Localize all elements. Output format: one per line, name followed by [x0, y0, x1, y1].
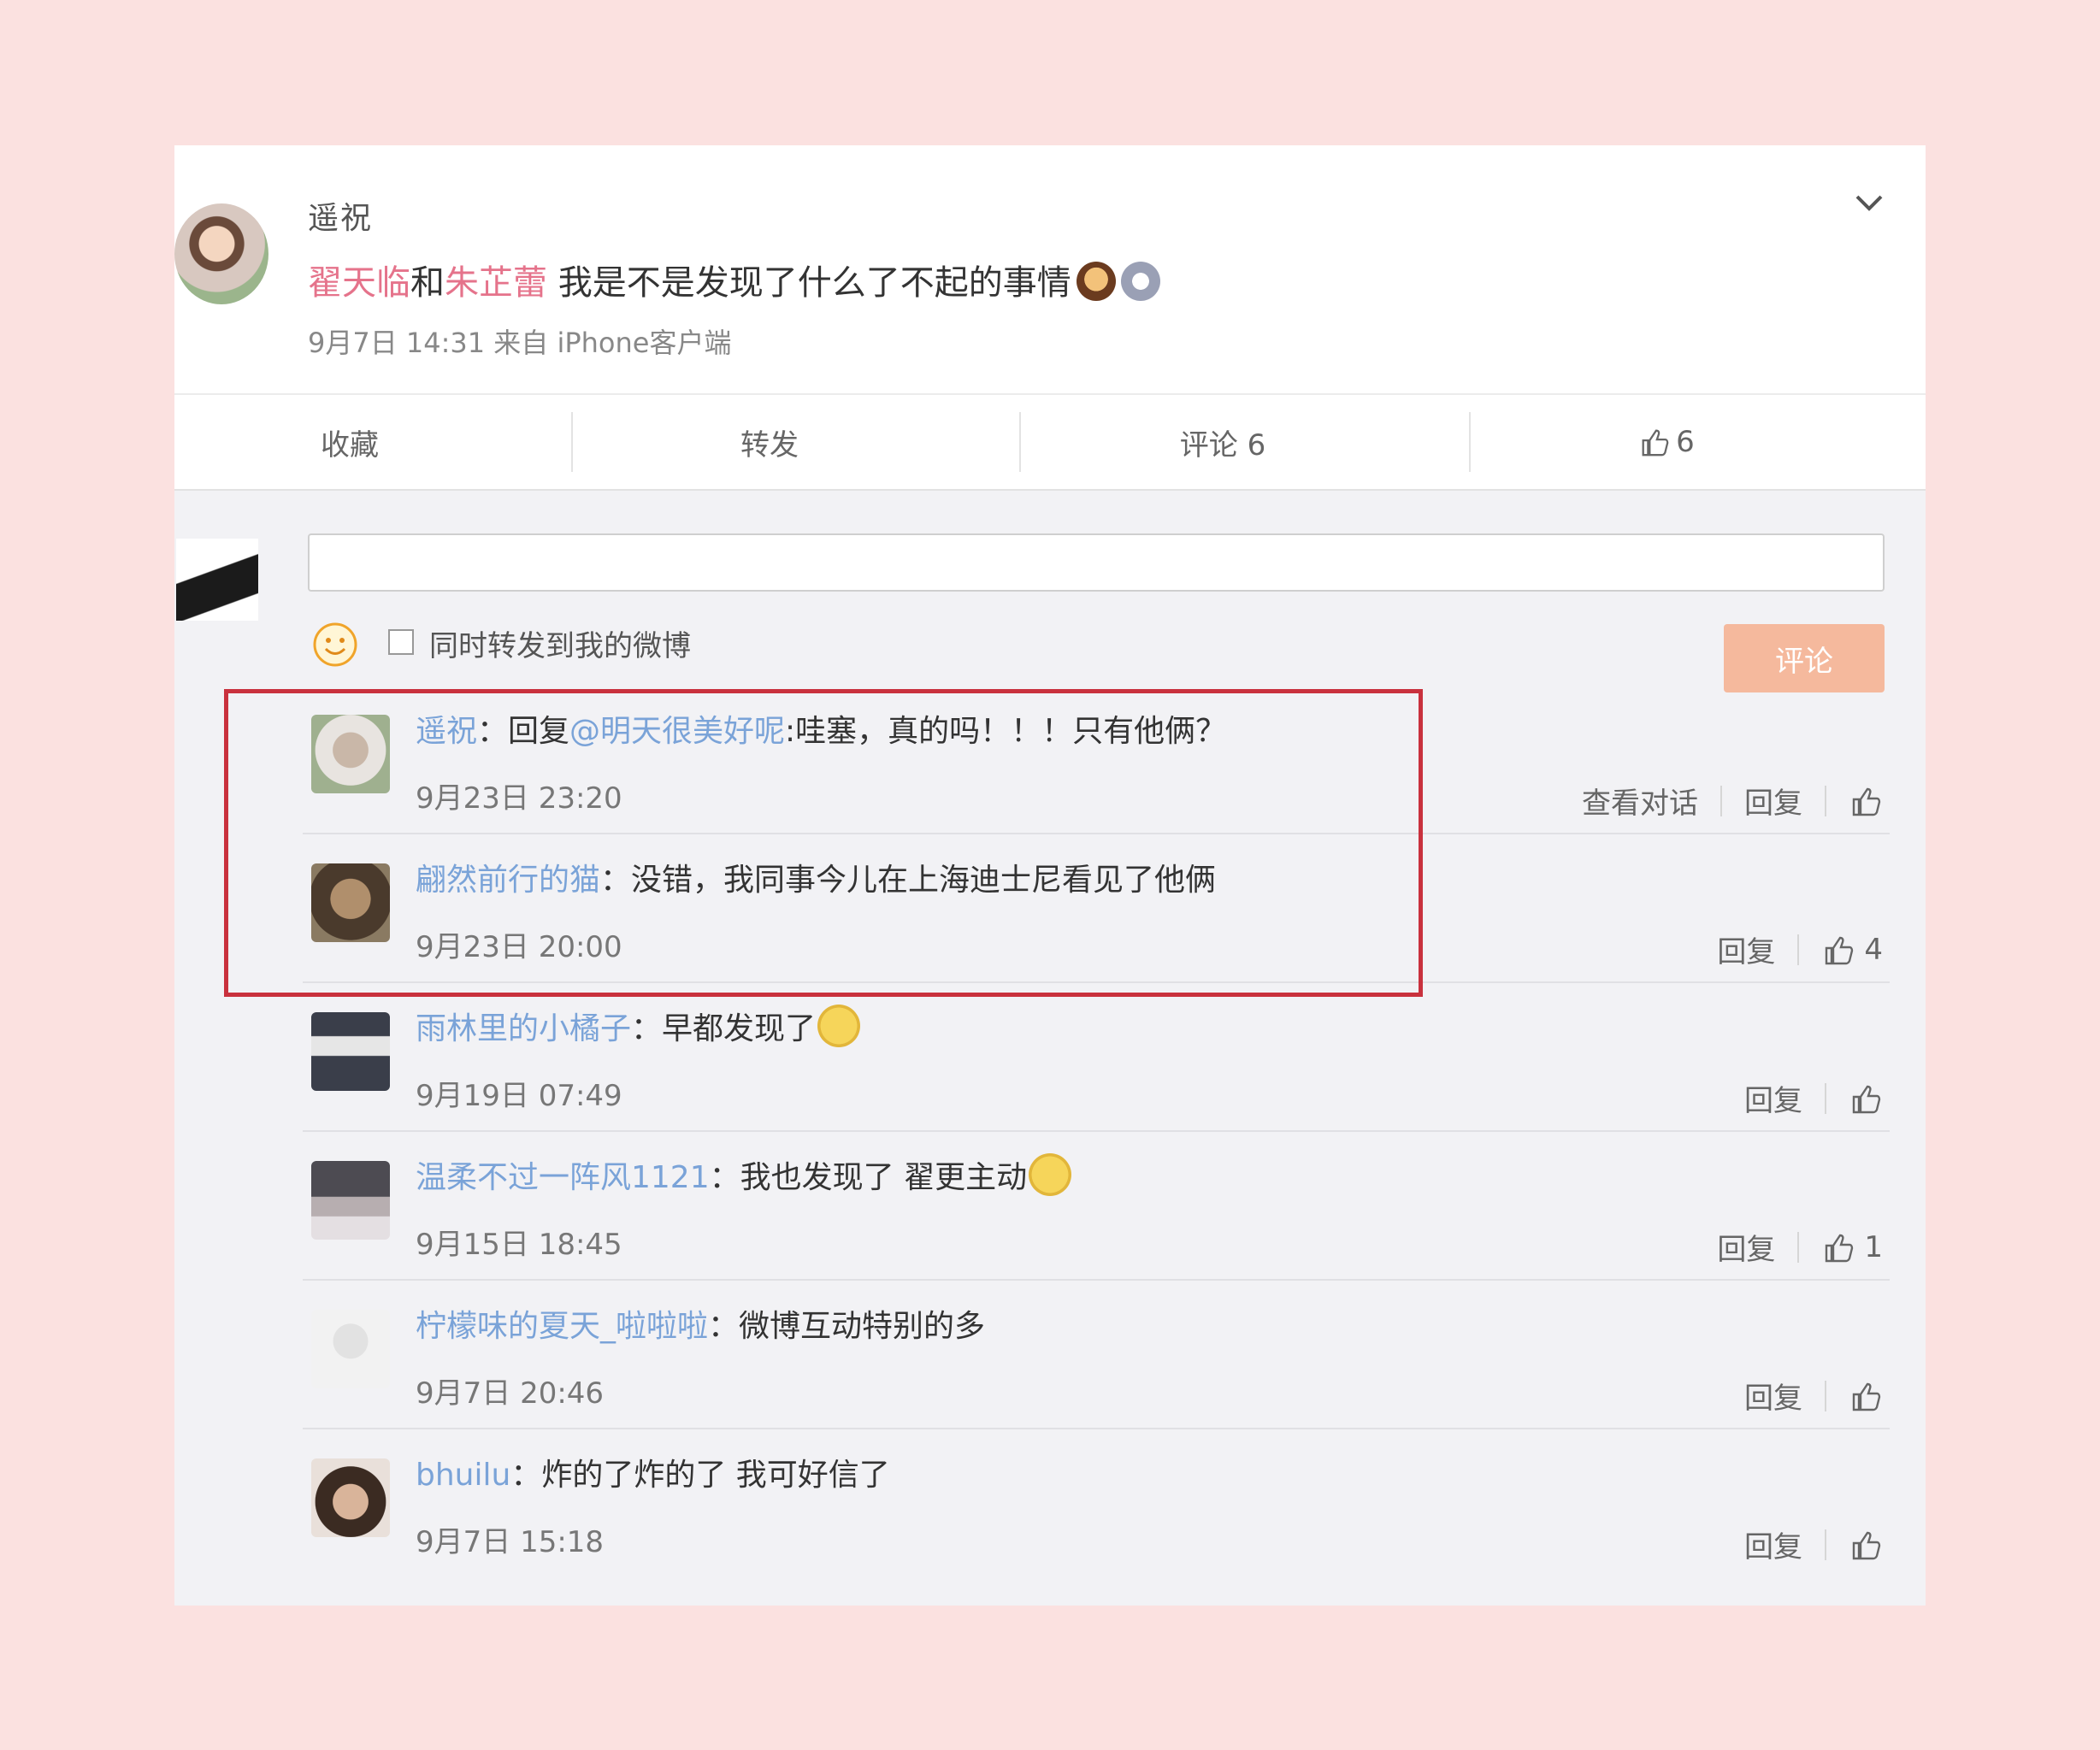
comment-tools: 查看对话 回复 [1582, 780, 1883, 822]
thumbs-up-icon[interactable] [1849, 784, 1883, 818]
emoji-smiley-icon[interactable] [311, 621, 359, 669]
comment-text: ：炸的了炸的了 我可好信了 [510, 1458, 890, 1493]
divider [1825, 785, 1826, 816]
submit-comment-button[interactable]: 评论 [1724, 624, 1885, 692]
comment-time: 9月7日 20:46 [416, 1376, 605, 1411]
comment-text-line: bhuilu：炸的了炸的了 我可好信了 [416, 1450, 890, 1494]
divider [1825, 1529, 1826, 1560]
comment-item: 温柔不过一阵风1121：我也发现了 翟更主动 9月15日 18:45 回复 1 [303, 1132, 1890, 1281]
commenter-name[interactable]: 柠檬味的夏天_啦啦啦 [416, 1309, 708, 1344]
view-conversation-link[interactable]: 查看对话 [1582, 780, 1698, 822]
reply-link[interactable]: 回复 [1744, 1077, 1802, 1119]
comment-text: ：微博互动特别的多 [708, 1309, 986, 1344]
like-count: 6 [1676, 425, 1695, 459]
divider [1720, 785, 1722, 816]
post-text: 翟天临和朱芷蕾 我是不是发现了什么了不起的事情 [308, 255, 1160, 304]
commenter-avatar[interactable] [311, 1012, 390, 1091]
thumbs-up-icon[interactable] [1849, 1379, 1883, 1413]
face-emoji-icon [1120, 262, 1160, 301]
comment-like-count: 4 [1864, 932, 1883, 967]
like-button[interactable]: 6 [1471, 395, 1862, 489]
comment-tools: 回复 4 [1717, 928, 1883, 970]
favorite-label: 收藏 [321, 427, 379, 463]
post-section: 遥祝 翟天临和朱芷蕾 我是不是发现了什么了不起的事情 9月7日 14:31 来自… [174, 145, 1926, 393]
reply-link[interactable]: 回复 [1744, 1375, 1802, 1417]
comment-text-line: 柠檬味的夏天_啦啦啦：微博互动特别的多 [416, 1301, 985, 1346]
reply-link[interactable]: 回复 [1744, 780, 1802, 822]
thumbs-up-icon[interactable] [1821, 1230, 1855, 1264]
emoji-icon [817, 1005, 861, 1047]
divider [1797, 934, 1800, 965]
comment-time: 9月15日 18:45 [416, 1228, 622, 1262]
post-connector: 和 [410, 263, 445, 303]
commenter-avatar[interactable] [311, 1458, 390, 1537]
post-meta: 9月7日 14:31 来自 iPhone客户端 [308, 327, 732, 359]
post-body: 我是不是发现了什么了不起的事情 [557, 263, 1071, 303]
divider [1825, 1380, 1826, 1411]
divider [1825, 1082, 1826, 1114]
commenter-name[interactable]: 雨林里的小橘子 [416, 1011, 631, 1046]
comment-text-line: 雨林里的小橘子：早都发现了 [416, 1004, 861, 1048]
reply-link[interactable]: 回复 [1717, 928, 1775, 970]
comment-tools: 回复 [1744, 1375, 1883, 1417]
comment-tools: 回复 [1744, 1523, 1883, 1565]
current-user-avatar [176, 539, 258, 621]
reply-link[interactable]: 回复 [1717, 1226, 1775, 1268]
repost-label: 转发 [740, 427, 799, 463]
post-mention-1[interactable]: 翟天临 [308, 263, 410, 303]
comment-label: 评论 6 [1179, 427, 1266, 463]
comment-button[interactable]: 评论 6 [1021, 395, 1425, 489]
monkey-emoji-icon [1076, 262, 1116, 301]
comment-tools: 回复 1 [1717, 1226, 1883, 1268]
comment-text-line: 温柔不过一阵风1121：我也发现了 翟更主动 [416, 1152, 1072, 1197]
repost-button[interactable]: 转发 [573, 395, 966, 489]
comment-like-count: 1 [1864, 1229, 1883, 1264]
thumbs-up-icon[interactable] [1821, 933, 1855, 967]
comment-input[interactable] [308, 533, 1885, 592]
comment-item: bhuilu：炸的了炸的了 我可好信了 9月7日 15:18 回复 [303, 1429, 1890, 1576]
comment-item: 柠檬味的夏天_啦啦啦：微博互动特别的多 9月7日 20:46 回复 [303, 1281, 1890, 1429]
comment-text: ：早都发现了 [631, 1011, 817, 1046]
repost-option-label: 同时转发到我的微博 [429, 629, 691, 663]
commenter-name[interactable]: 温柔不过一阵风1121 [416, 1160, 710, 1195]
favorite-button[interactable]: 收藏 [174, 395, 525, 489]
post-mention-2[interactable]: 朱芷蕾 [445, 263, 547, 303]
thumbs-up-icon[interactable] [1849, 1081, 1883, 1116]
poster-avatar[interactable] [174, 203, 268, 304]
highlight-box [224, 689, 1423, 997]
poster-username[interactable]: 遥祝 [308, 193, 373, 238]
divider [1797, 1231, 1800, 1263]
thumbs-up-icon[interactable] [1849, 1528, 1883, 1562]
comment-item: 雨林里的小橘子：早都发现了 9月19日 07:49 回复 [303, 983, 1890, 1132]
thumbs-up-icon [1642, 429, 1669, 457]
weibo-post-card: 遥祝 翟天临和朱芷蕾 我是不是发现了什么了不起的事情 9月7日 14:31 来自… [174, 145, 1926, 1606]
comment-tools: 回复 [1744, 1077, 1883, 1119]
repost-checkbox[interactable] [388, 629, 414, 655]
commenter-avatar[interactable] [311, 1161, 390, 1240]
commenter-avatar[interactable] [311, 1310, 390, 1388]
reply-link[interactable]: 回复 [1744, 1523, 1802, 1565]
comment-time: 9月19日 07:49 [416, 1079, 622, 1113]
chevron-down-icon[interactable] [1852, 186, 1886, 221]
comment-time: 9月7日 15:18 [416, 1525, 605, 1559]
commenter-name[interactable]: bhuilu [416, 1458, 510, 1493]
post-actions-bar: 收藏 转发 评论 6 6 [174, 393, 1926, 491]
comment-text: ：我也发现了 翟更主动 [709, 1160, 1028, 1195]
emoji-icon [1029, 1153, 1072, 1196]
